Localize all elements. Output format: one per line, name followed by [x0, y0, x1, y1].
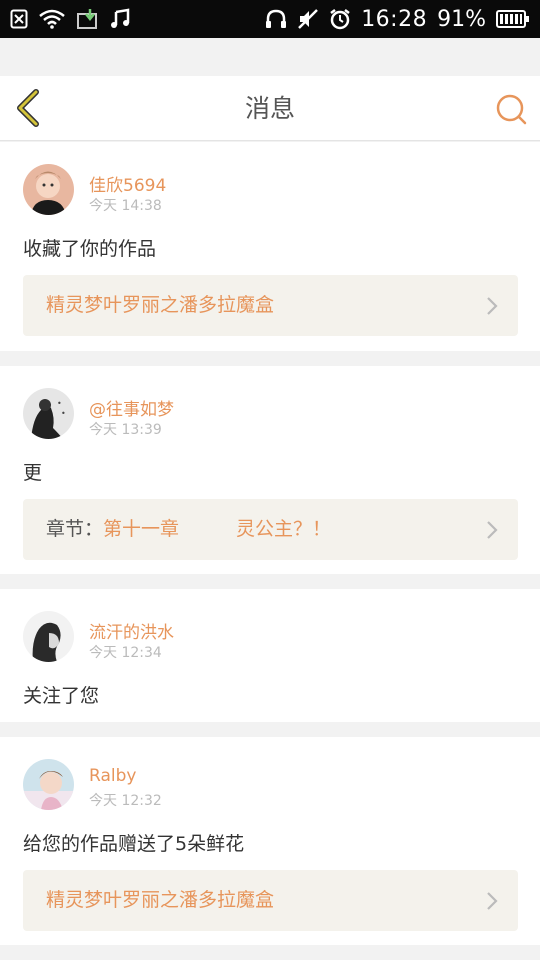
user-name[interactable]: 佳欣5694: [89, 171, 166, 196]
message-card: Ralby 今天 12:32 给您的作品赠送了5朵鲜花 精灵梦叶罗丽之潘多拉魔盒: [0, 737, 540, 945]
download-icon: [76, 8, 100, 30]
work-link[interactable]: 精灵梦叶罗丽之潘多拉魔盒: [23, 275, 518, 336]
chevron-right-icon: [487, 521, 498, 539]
message-time: 今天 12:34: [89, 645, 162, 661]
status-time: 16:28: [361, 6, 428, 32]
avatar[interactable]: [23, 611, 74, 662]
avatar[interactable]: [23, 759, 74, 810]
status-right-icons: 16:28 91%: [265, 7, 530, 32]
message-card: 佳欣5694 今天 14:38 收藏了你的作品 精灵梦叶罗丽之潘多拉魔盒: [0, 142, 540, 351]
message-card: 流汗的洪水 今天 12:34 关注了您: [0, 589, 540, 722]
app-header: 消息: [0, 76, 540, 141]
message-time: 今天 13:39: [89, 422, 162, 438]
top-spacer: [0, 38, 540, 76]
sim-blocked-icon: [10, 9, 28, 29]
alarm-icon: [329, 8, 351, 30]
music-note-icon: [110, 8, 130, 30]
svg-text:•: •: [57, 399, 62, 408]
wifi-icon: [38, 9, 66, 29]
work-link-title: 精灵梦叶罗丽之潘多拉魔盒: [46, 275, 274, 336]
page-title: 消息: [244, 94, 295, 123]
user-name[interactable]: Ralby: [89, 766, 136, 786]
message-time: 今天 14:38: [89, 198, 162, 214]
battery-icon: [496, 9, 530, 29]
status-left-icons: [10, 8, 130, 30]
avatar[interactable]: [23, 164, 74, 215]
message-text: 收藏了你的作品: [23, 238, 157, 260]
search-icon: [496, 94, 527, 125]
chapter-link-title: 章节：第十一章 灵公主？！: [46, 499, 331, 560]
status-bar: 16:28 91%: [0, 0, 540, 38]
chevron-right-icon: [487, 297, 498, 315]
message-text: 给您的作品赠送了5朵鲜花: [23, 833, 245, 855]
message-time: 今天 12:32: [89, 793, 162, 809]
link-title: 精灵梦叶罗丽之潘多拉魔盒: [46, 294, 275, 316]
mute-icon: [297, 8, 319, 30]
message-card: • • @往事如梦 今天 13:39 更 章节：第十一章 灵公主？！: [0, 366, 540, 574]
work-link[interactable]: 精灵梦叶罗丽之潘多拉魔盒: [23, 870, 518, 931]
search-button[interactable]: [494, 92, 528, 126]
link-title: 精灵梦叶罗丽之潘多拉魔盒: [46, 889, 275, 911]
message-text: 关注了您: [23, 685, 100, 707]
chapter-link[interactable]: 章节：第十一章 灵公主？！: [23, 499, 518, 560]
chevron-right-icon: [487, 892, 498, 910]
user-name[interactable]: @往事如梦: [89, 395, 174, 420]
message-text: 更: [23, 462, 43, 484]
avatar[interactable]: • •: [23, 388, 74, 439]
user-name[interactable]: 流汗的洪水: [89, 618, 174, 643]
work-link-title: 精灵梦叶罗丽之潘多拉魔盒: [46, 870, 274, 931]
headphones-icon: [265, 9, 287, 29]
battery-percent: 91%: [437, 6, 486, 32]
svg-text:•: •: [61, 409, 66, 418]
link-prefix: 章节：: [46, 518, 104, 540]
link-title: 第十一章 灵公主？！: [103, 518, 332, 540]
